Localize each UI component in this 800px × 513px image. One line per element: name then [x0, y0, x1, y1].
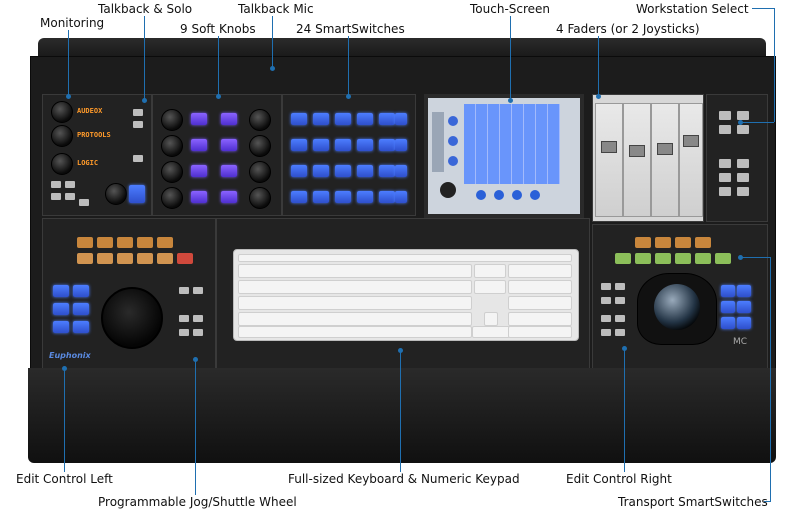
monitor-display-2: PROTOOLS — [77, 131, 111, 139]
console-illustration: AUDEOX PROTOOLS LOGIC Euphonix MC — [28, 38, 776, 463]
console-front-rail — [28, 368, 776, 463]
label-faders: 4 Faders (or 2 Joysticks) — [556, 22, 700, 36]
touch-screen — [424, 94, 584, 218]
model-badge: MC — [733, 337, 748, 347]
edit-control-right: MC — [592, 224, 768, 370]
label-transport: Transport SmartSwitches — [618, 495, 768, 509]
soft-knobs-panel — [152, 94, 282, 216]
label-monitoring: Monitoring — [40, 16, 105, 30]
edit-control-left: Euphonix — [42, 218, 216, 370]
monitoring-panel: AUDEOX PROTOOLS LOGIC — [42, 94, 152, 216]
label-workstation-select: Workstation Select — [636, 2, 749, 16]
keyboard-area — [216, 218, 590, 370]
monitor-display-3: LOGIC — [77, 159, 99, 167]
label-soft-knobs: 9 Soft Knobs — [180, 22, 256, 36]
monitor-display-1: AUDEOX — [77, 107, 103, 115]
keyboard — [233, 249, 579, 341]
label-keyboard: Full-sized Keyboard & Numeric Keypad — [288, 472, 520, 486]
jog-shuttle-wheel — [101, 287, 163, 349]
label-edit-control-right: Edit Control Right — [566, 472, 672, 486]
brand-logo: Euphonix — [49, 351, 91, 360]
fader-panel — [592, 94, 704, 222]
label-smartswitches: 24 SmartSwitches — [296, 22, 405, 36]
label-touch-screen: Touch-Screen — [470, 2, 551, 16]
label-jog-wheel: Programmable Jog/Shuttle Wheel — [98, 495, 297, 509]
label-talkback-mic: Talkback Mic — [238, 2, 314, 16]
workstation-select-panel — [706, 94, 768, 222]
label-talkback-solo: Talkback & Solo — [98, 2, 193, 16]
smartswitch-panel — [282, 94, 416, 216]
label-edit-control-left: Edit Control Left — [16, 472, 113, 486]
trackball — [637, 273, 717, 345]
